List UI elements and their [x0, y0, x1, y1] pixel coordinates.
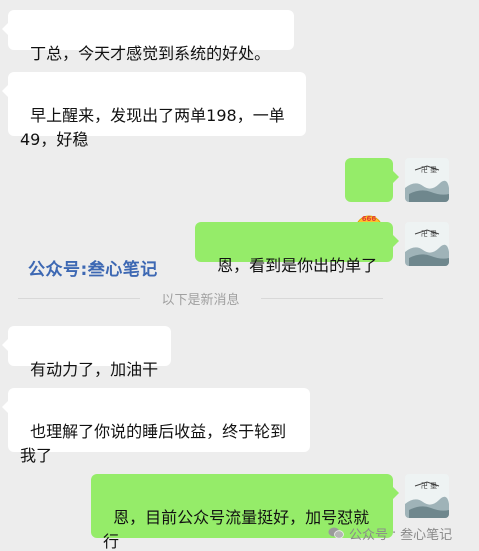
self-avatar[interactable]: 卍 墨	[405, 474, 449, 518]
self-avatar[interactable]: 卍 墨	[405, 158, 449, 202]
svg-text:卍 墨: 卍 墨	[421, 482, 437, 490]
message-text: 丁总，今天才感觉到系统的好处。	[30, 44, 271, 63]
self-avatar[interactable]: 卍 墨	[405, 222, 449, 266]
message-bubble-incoming[interactable]: 丁总，今天才感觉到系统的好处。	[2, 10, 294, 63]
source-watermark: 公众号 · 叁心笔记	[328, 525, 453, 543]
watermark-separator: ·	[392, 525, 397, 541]
watermark-account-name: 叁心笔记	[400, 527, 453, 543]
watermark-text: 公众号:叁心笔记	[28, 260, 158, 280]
message-text: 有动力了，加油干	[30, 360, 159, 379]
wechat-logo-icon	[328, 527, 344, 539]
svg-text:卍 墨: 卍 墨	[421, 230, 437, 238]
message-bubble-outgoing-emoji[interactable]: 666	[345, 158, 399, 243]
divider-line	[261, 298, 383, 299]
watermark-source-label: 公众号	[349, 527, 389, 543]
new-messages-divider: 以下是新消息	[18, 288, 383, 308]
message-bubble-incoming[interactable]: 也理解了你说的睡后收益，终于轮到我了	[2, 388, 310, 465]
ink-painting-avatar-icon: 卍 墨	[405, 222, 449, 266]
ink-painting-avatar-icon: 卍 墨	[405, 158, 449, 202]
message-bubble-incoming[interactable]: 早上醒来，发现出了两单198，一单49，好稳	[2, 72, 306, 149]
message-text: 也理解了你说的睡后收益，终于轮到我了	[20, 422, 287, 465]
message-bubble-outgoing[interactable]: 恩，看到是你出的单了	[195, 222, 399, 275]
message-text: 恩，看到是你出的单了	[217, 256, 378, 275]
ink-painting-avatar-icon: 卍 墨	[405, 474, 449, 518]
svg-text:卍 墨: 卍 墨	[421, 166, 437, 174]
message-bubble-incoming[interactable]: 有动力了，加油干	[2, 326, 171, 379]
message-text: 早上醒来，发现出了两单198，一单49，好稳	[20, 106, 285, 149]
